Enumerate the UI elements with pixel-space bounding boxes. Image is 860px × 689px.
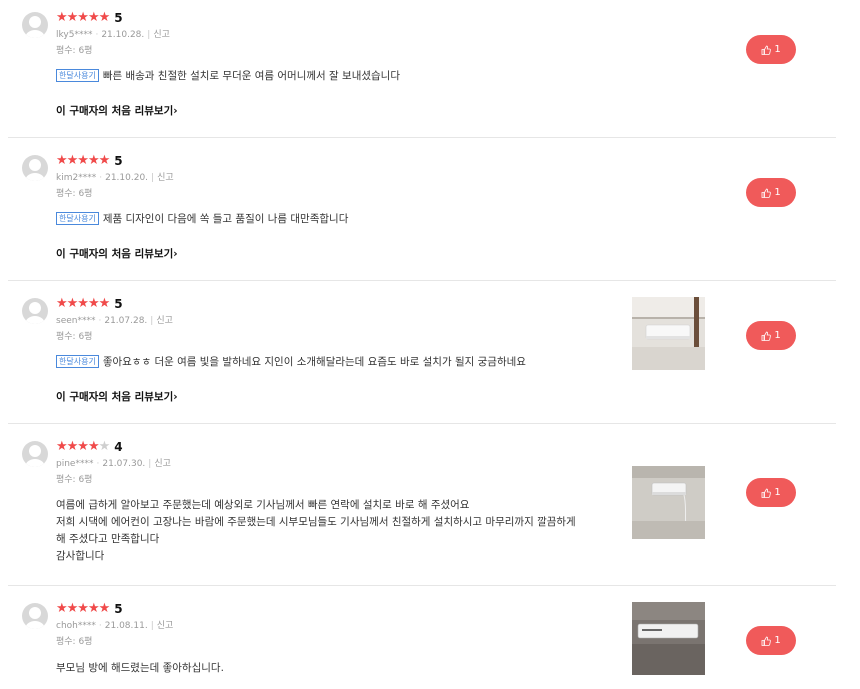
- size-info: 평수: 6평: [56, 332, 93, 342]
- report-link[interactable]: 신고: [154, 459, 171, 469]
- review-text: 한달사용기 빠른 배송과 친절한 설치로 무더운 여름 어머니께서 잘 보내셨습니…: [56, 68, 400, 85]
- reviewer-id: lky5****: [56, 30, 93, 40]
- review-photo[interactable]: [632, 466, 705, 539]
- like-button[interactable]: 1: [746, 478, 796, 507]
- review-date: 21.07.30.: [102, 459, 146, 469]
- like-button[interactable]: 1: [746, 321, 796, 350]
- month-use-tag: 한달사용기: [56, 212, 99, 225]
- review-text: 여름에 급하게 알아보고 주문했는데 예상외로 기사님께서 빠른 연락에 설치로…: [56, 499, 576, 562]
- thumbs-up-icon: [761, 636, 772, 646]
- like-count: 1: [774, 44, 781, 55]
- rating-score: 4: [114, 440, 123, 454]
- rating-score: 5: [114, 602, 123, 616]
- like-count: 1: [774, 330, 781, 341]
- review-item: ★★★★★ 5 choh**** · 21.08.11. | 신고 평수: 6평 부모님…: [8, 586, 836, 689]
- chevron-right-icon: ›: [173, 248, 178, 260]
- like-button[interactable]: 1: [746, 35, 796, 64]
- avatar: [22, 12, 48, 38]
- star-rating: ★★★★★: [56, 296, 110, 312]
- like-count: 1: [774, 487, 781, 498]
- like-count: 1: [774, 187, 781, 198]
- size-info: 평수: 6평: [56, 189, 93, 199]
- thumbs-up-icon: [761, 488, 772, 498]
- like-button[interactable]: 1: [746, 178, 796, 207]
- review-text: 한달사용기 제품 디자인이 다음에 쏙 들고 품질이 나름 대만족합니다: [56, 211, 348, 228]
- star-rating: ★★★★★: [56, 439, 111, 455]
- review-date: 21.07.28.: [104, 316, 148, 326]
- reviewer-id: pine****: [56, 459, 94, 469]
- size-info: 평수: 6평: [56, 475, 93, 485]
- review-meta: ★★★★★ 4 pine**** · 21.07.30. | 신고 평수: 6평: [56, 439, 171, 485]
- report-link[interactable]: 신고: [156, 316, 173, 326]
- filled-stars-icon: ★★★★★: [56, 296, 110, 311]
- star-rating: ★★★★★: [56, 10, 110, 26]
- review-meta: ★★★★★ 5 seen**** · 21.07.28. | 신고 평수: 6평: [56, 296, 173, 342]
- avatar: [22, 155, 48, 181]
- review-text: 부모님 방에 해드렸는데 좋아하십니다.: [56, 662, 224, 674]
- review-date: 21.10.20.: [105, 173, 149, 183]
- rating-score: 5: [114, 11, 123, 25]
- thumbs-up-icon: [761, 188, 772, 198]
- review-text: 한달사용기 좋아요ㅎㅎ 더운 여름 빛을 발하네요 지인이 소개해달라는데 요즘도…: [56, 354, 526, 371]
- filled-stars-icon: ★★★★★: [56, 10, 110, 25]
- review-list: ★★★★★ 5 lky5**** · 21.10.28. | 신고 평수: 6평 한달사…: [0, 0, 860, 689]
- month-use-tag: 한달사용기: [56, 69, 99, 82]
- review-date: 21.10.28.: [101, 30, 145, 40]
- size-info: 평수: 6평: [56, 46, 93, 56]
- thumbs-up-icon: [761, 331, 772, 341]
- filled-stars-icon: ★★★★★: [56, 601, 110, 616]
- reviewer-id: seen****: [56, 316, 96, 326]
- report-link[interactable]: 신고: [157, 173, 174, 183]
- empty-star-icon: ★: [98, 439, 111, 454]
- report-link[interactable]: 신고: [157, 621, 174, 631]
- reviewer-id: kim2****: [56, 173, 97, 183]
- filled-stars-icon: ★★★★★: [56, 153, 110, 168]
- star-rating: ★★★★★: [56, 601, 110, 617]
- avatar: [22, 298, 48, 324]
- month-use-tag: 한달사용기: [56, 355, 99, 368]
- review-photo[interactable]: [632, 602, 705, 675]
- chevron-right-icon: ›: [173, 391, 178, 403]
- chevron-right-icon: ›: [173, 105, 178, 117]
- like-count: 1: [774, 635, 781, 646]
- avatar: [22, 441, 48, 467]
- avatar: [22, 603, 48, 629]
- review-photo[interactable]: [632, 297, 705, 370]
- review-meta: ★★★★★ 5 lky5**** · 21.10.28. | 신고 평수: 6평: [56, 10, 170, 56]
- first-review-link[interactable]: 이 구매자의 처음 리뷰보기›: [56, 389, 178, 404]
- review-date: 21.08.11.: [104, 621, 148, 631]
- review-item: ★★★★★ 5 lky5**** · 21.10.28. | 신고 평수: 6평 한달사…: [8, 0, 836, 138]
- thumbs-up-icon: [761, 45, 772, 55]
- size-info: 평수: 6평: [56, 637, 93, 647]
- review-item: ★★★★★ 5 kim2**** · 21.10.20. | 신고 평수: 6평 한달사…: [8, 138, 836, 281]
- star-rating: ★★★★★: [56, 153, 110, 169]
- review-item: ★★★★★ 5 seen**** · 21.07.28. | 신고 평수: 6평 한달사…: [8, 281, 836, 424]
- review-meta: ★★★★★ 5 kim2**** · 21.10.20. | 신고 평수: 6평: [56, 153, 174, 199]
- rating-score: 5: [114, 154, 123, 168]
- filled-stars-icon: ★★★★: [56, 439, 100, 454]
- first-review-link[interactable]: 이 구매자의 처음 리뷰보기›: [56, 246, 178, 261]
- review-meta: ★★★★★ 5 choh**** · 21.08.11. | 신고 평수: 6평: [56, 601, 174, 647]
- report-link[interactable]: 신고: [153, 30, 170, 40]
- first-review-link[interactable]: 이 구매자의 처음 리뷰보기›: [56, 103, 178, 118]
- rating-score: 5: [114, 297, 123, 311]
- reviewer-id: choh****: [56, 621, 96, 631]
- like-button[interactable]: 1: [746, 626, 796, 655]
- review-item: ★★★★★ 4 pine**** · 21.07.30. | 신고 평수: 6평 여름에…: [8, 424, 836, 586]
